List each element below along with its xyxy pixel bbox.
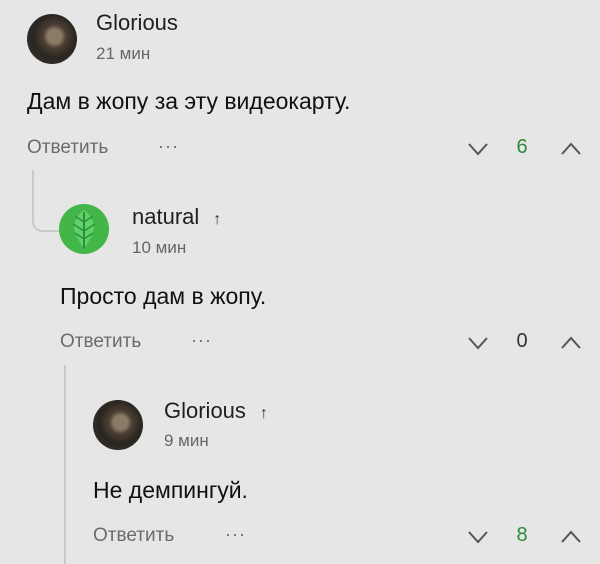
more-options-icon[interactable]: ··· xyxy=(191,330,212,351)
avatar[interactable] xyxy=(27,14,77,64)
reply-button[interactable]: Ответить xyxy=(60,331,141,353)
reply-arrow-icon: ↑ xyxy=(213,211,222,228)
vote-score: 8 xyxy=(516,524,528,546)
chevron-down-icon[interactable] xyxy=(467,530,489,544)
comment-time: 21 мин xyxy=(96,44,151,63)
author-name-row: natural ↑ xyxy=(132,204,221,230)
author-name[interactable]: Glorious xyxy=(96,10,178,36)
vote-score: 0 xyxy=(516,330,528,352)
chevron-down-icon[interactable] xyxy=(467,142,489,156)
chevron-down-icon[interactable] xyxy=(467,336,489,350)
chevron-up-icon[interactable] xyxy=(560,336,582,350)
more-options-icon[interactable]: ··· xyxy=(158,136,179,157)
reply-arrow-icon: ↑ xyxy=(259,405,268,422)
vote-score: 6 xyxy=(516,136,528,158)
author-name-row: Glorious ↑ xyxy=(164,398,268,424)
comment-text: Дам в жопу за эту видеокарту. xyxy=(27,88,351,114)
leaf-icon xyxy=(72,210,96,248)
author-name[interactable]: Glorious xyxy=(164,398,246,423)
chevron-up-icon[interactable] xyxy=(560,530,582,544)
avatar[interactable] xyxy=(93,400,143,450)
avatar[interactable] xyxy=(59,204,109,254)
reply-button[interactable]: Ответить xyxy=(27,137,108,159)
chevron-up-icon[interactable] xyxy=(560,142,582,156)
more-options-icon[interactable]: ··· xyxy=(225,524,246,545)
comment-time: 9 мин xyxy=(164,431,209,450)
comment-text: Не демпингуй. xyxy=(93,477,248,503)
reply-button[interactable]: Ответить xyxy=(93,525,174,547)
comment-text: Просто дам в жопу. xyxy=(60,283,267,309)
comment-time: 10 мин xyxy=(132,238,187,257)
thread-line xyxy=(64,365,66,564)
author-name[interactable]: natural xyxy=(132,204,199,229)
